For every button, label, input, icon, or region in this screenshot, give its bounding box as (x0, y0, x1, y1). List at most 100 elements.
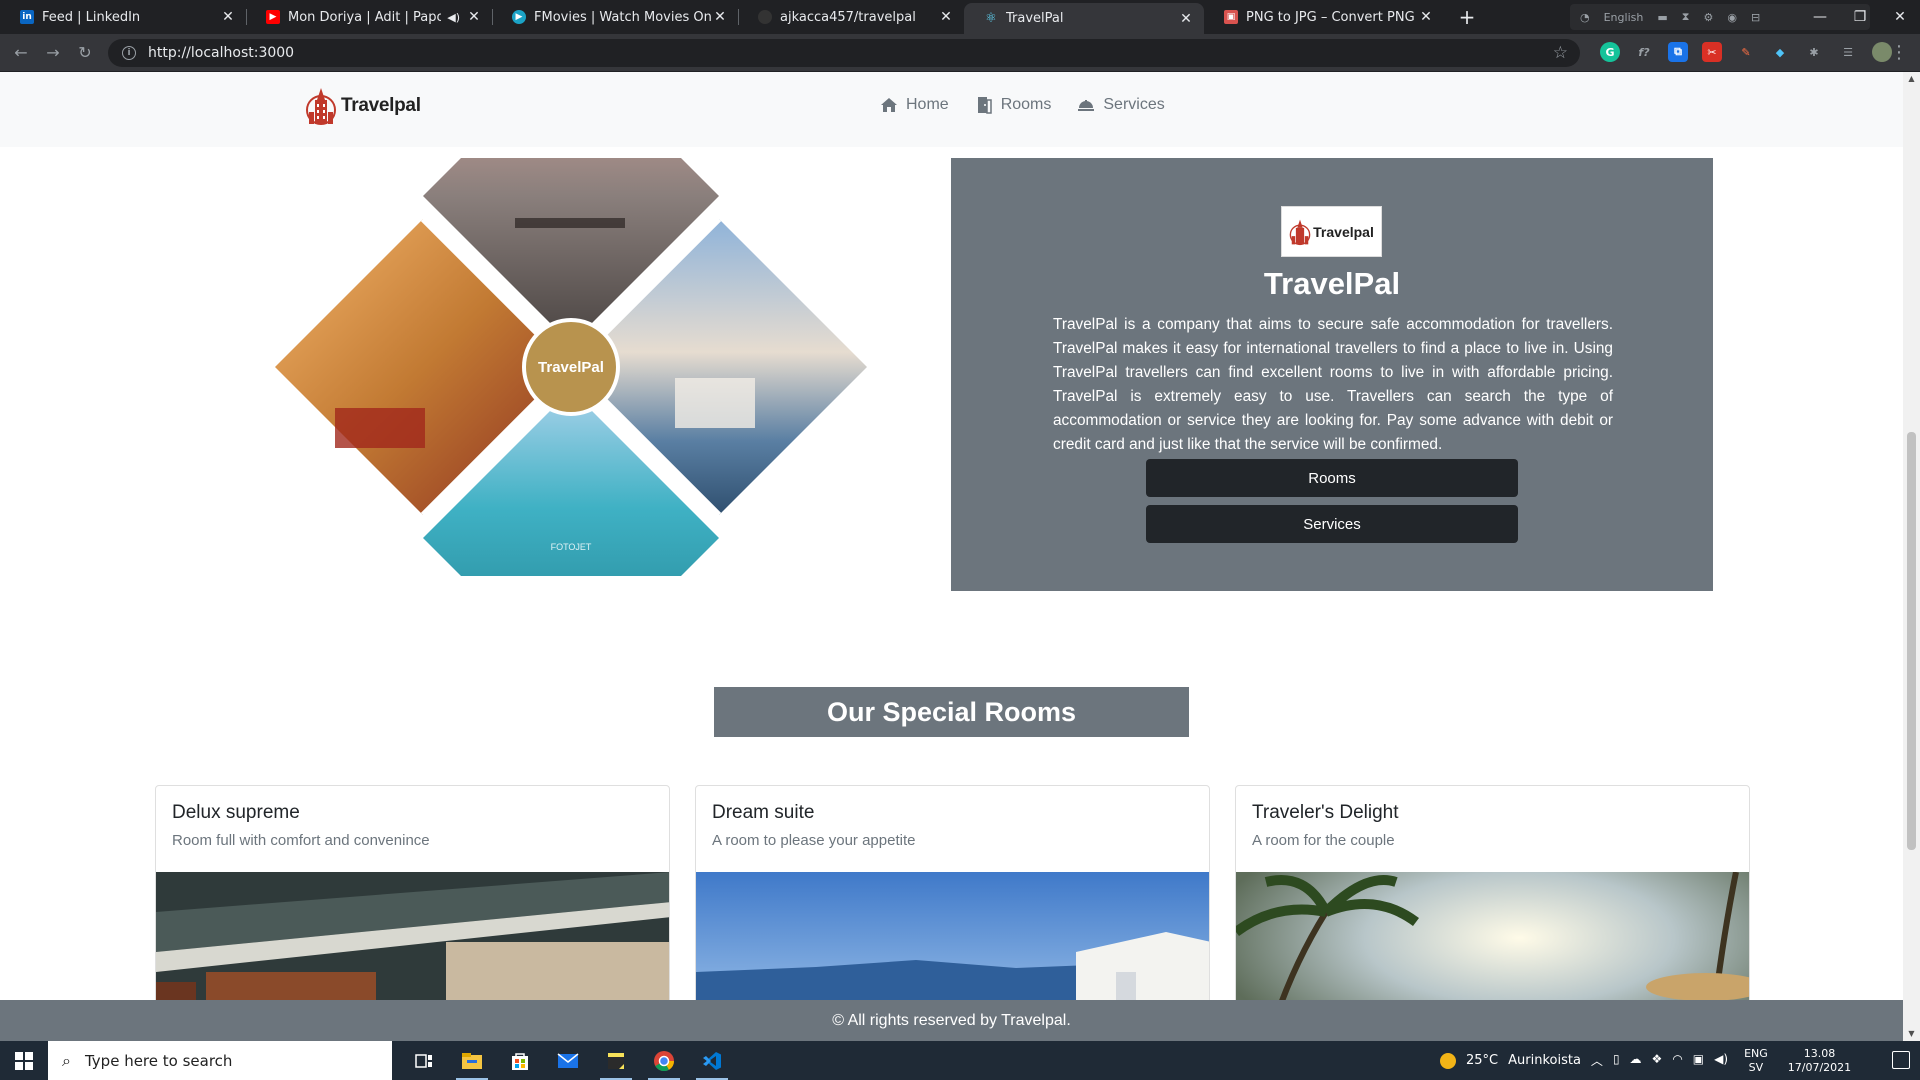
store-icon[interactable] (496, 1041, 544, 1080)
wifi-icon[interactable]: ◠ (1672, 1052, 1682, 1069)
nav-home[interactable]: Home (880, 96, 949, 114)
about-logo-text: Travelpal (1313, 223, 1374, 240)
reading-list-icon[interactable]: ☰ (1838, 42, 1858, 62)
extension-icon[interactable]: ◉ (1727, 11, 1737, 24)
github-icon (758, 10, 772, 24)
extension-icon[interactable]: ⧗ (1682, 10, 1690, 24)
room-title: Traveler's Delight (1252, 802, 1399, 823)
speaker-icon[interactable]: ◀) (447, 11, 460, 24)
tab-title: Mon Doriya | Adit | Papon | D (288, 9, 442, 25)
tab-title: FMovies | Watch Movies Online F (534, 9, 712, 25)
grammarly-icon[interactable]: G (1600, 42, 1620, 62)
brand-name: Travelpal (341, 95, 421, 116)
task-view-icon[interactable] (400, 1041, 448, 1080)
avatar[interactable] (1872, 42, 1892, 62)
language-label[interactable]: English (1604, 11, 1644, 24)
youtube-icon: ▶ (266, 10, 280, 24)
volume-icon[interactable]: ◀) (1714, 1052, 1728, 1069)
scroll-down-icon[interactable]: ▼ (1903, 1027, 1920, 1041)
chrome-icon[interactable] (640, 1041, 688, 1080)
address-bar[interactable]: i http://localhost:3000 ☆ (108, 39, 1580, 67)
scrollbar-thumb[interactable] (1907, 432, 1916, 850)
close-icon[interactable]: ✕ (1178, 11, 1194, 27)
minimize-icon[interactable]: — (1800, 0, 1840, 34)
chevron-up-icon[interactable]: ︿ (1591, 1052, 1603, 1069)
window-controls: — ❐ ✕ (1800, 0, 1920, 34)
close-icon[interactable]: ✕ (220, 9, 236, 25)
tab-travelpal[interactable]: ⚛ TravelPal ✕ (964, 3, 1204, 34)
main-nav: Home Rooms Services (880, 96, 1165, 114)
nav-services[interactable]: Services (1077, 96, 1165, 114)
url-text[interactable]: http://localhost:3000 (148, 45, 294, 61)
vscode-icon[interactable] (688, 1041, 736, 1080)
tab-png-to-jpg[interactable]: ▣ PNG to JPG – Convert PNG to JP ✕ (1204, 0, 1444, 34)
file-explorer-icon[interactable] (448, 1041, 496, 1080)
security-icon[interactable]: ▣ (1693, 1052, 1704, 1069)
tab-youtube[interactable]: ▶ Mon Doriya | Adit | Papon | D ◀) ✕ (246, 0, 492, 34)
fmovies-icon: ▶ (512, 10, 526, 24)
system-clock[interactable]: 13.08 17/07/2021 (1788, 1047, 1851, 1075)
search-placeholder: Type here to search (84, 1051, 233, 1070)
restore-icon[interactable]: ❐ (1840, 0, 1880, 34)
new-tab-button[interactable]: + (1454, 4, 1480, 30)
scroll-up-icon[interactable]: ▲ (1903, 72, 1920, 86)
translate-icon[interactable]: ⧉ (1668, 42, 1688, 62)
nav-home-label: Home (906, 96, 949, 113)
lang-secondary: SV (1748, 1060, 1764, 1074)
notification-center-icon[interactable] (1892, 1051, 1910, 1069)
close-icon[interactable]: ✕ (938, 9, 954, 25)
room-title: Dream suite (712, 802, 815, 823)
onedrive-icon[interactable]: ☁ (1630, 1052, 1642, 1069)
nav-rooms[interactable]: Rooms (975, 96, 1051, 114)
close-icon[interactable]: ✕ (1418, 9, 1434, 25)
tab-fmovies[interactable]: ▶ FMovies | Watch Movies Online F ✕ (492, 0, 738, 34)
reload-icon[interactable]: ↻ (74, 42, 96, 64)
formula-icon[interactable]: f? (1634, 42, 1654, 62)
close-icon[interactable]: ✕ (466, 9, 482, 25)
extension-icon[interactable]: ⊟ (1751, 11, 1760, 24)
battery-icon[interactable]: ▯ (1613, 1052, 1620, 1069)
weather-sun-icon[interactable] (1440, 1052, 1456, 1069)
tab-title: TravelPal (1006, 11, 1064, 26)
brand-logo[interactable]: Travelpal (305, 86, 421, 126)
tab-github[interactable]: ajkacca457/travelpal ✕ (738, 0, 964, 34)
room-subtitle: A room to please your appetite (712, 832, 916, 849)
extension-icon[interactable]: ▬ (1657, 11, 1667, 24)
brand-logo-icon (306, 88, 336, 125)
taskbar-search[interactable]: ⌕ Type here to search (48, 1041, 392, 1080)
close-icon[interactable]: ✕ (712, 9, 728, 25)
back-icon[interactable]: ← (10, 42, 32, 64)
pen-icon[interactable]: ✎ (1736, 42, 1756, 62)
dropbox-icon[interactable]: ❖ (1652, 1052, 1663, 1069)
site-info-icon[interactable]: i (122, 46, 136, 60)
hero-collage-image: TravelPal FOTOJET (275, 72, 867, 686)
extension-icon[interactable]: ⚙ (1703, 11, 1713, 24)
puzzle-icon[interactable]: ✱ (1804, 42, 1824, 62)
special-rooms-heading: Our Special Rooms (714, 687, 1189, 737)
weather-temperature[interactable]: 25°C (1466, 1053, 1498, 1068)
clock-date: 17/07/2021 (1787, 1060, 1852, 1074)
about-description: TravelPal is a company that aims to secu… (1053, 316, 1613, 453)
menu-icon[interactable]: ⋮ (1890, 42, 1908, 63)
collage-center-text: TravelPal (538, 359, 604, 376)
forward-icon[interactable]: → (42, 42, 64, 64)
room-subtitle: Room full with comfort and convenince (172, 832, 430, 849)
site-navbar: Travelpal Home Rooms Services (0, 72, 1903, 147)
bookmark-star-icon[interactable]: ☆ (1553, 43, 1568, 63)
page-scrollbar[interactable]: ▲ ▼ (1903, 72, 1920, 1041)
sticky-notes-icon[interactable] (592, 1041, 640, 1080)
tab-linkedin[interactable]: in Feed | LinkedIn ✕ (0, 0, 246, 34)
close-window-icon[interactable]: ✕ (1880, 0, 1920, 34)
rooms-button[interactable]: Rooms (1146, 459, 1518, 497)
mail-icon[interactable] (544, 1041, 592, 1080)
weather-condition[interactable]: Aurinkoista (1508, 1053, 1581, 1068)
site-footer: © All rights reserved by Travelpal. (0, 1000, 1903, 1041)
room-title: Delux supreme (172, 802, 300, 823)
diamond-icon[interactable]: ◆ (1770, 42, 1790, 62)
services-button[interactable]: Services (1146, 505, 1518, 543)
extension-icon[interactable]: ◔ (1580, 11, 1590, 24)
input-language[interactable]: ENG SV (1744, 1047, 1768, 1075)
windows-start-button[interactable] (0, 1041, 48, 1080)
system-tray: 25°C Aurinkoista ︿ ▯ ☁ ❖ ◠ ▣ ◀) ENG SV 1… (1440, 1041, 1851, 1080)
screenshot-icon[interactable]: ✂ (1702, 42, 1722, 62)
